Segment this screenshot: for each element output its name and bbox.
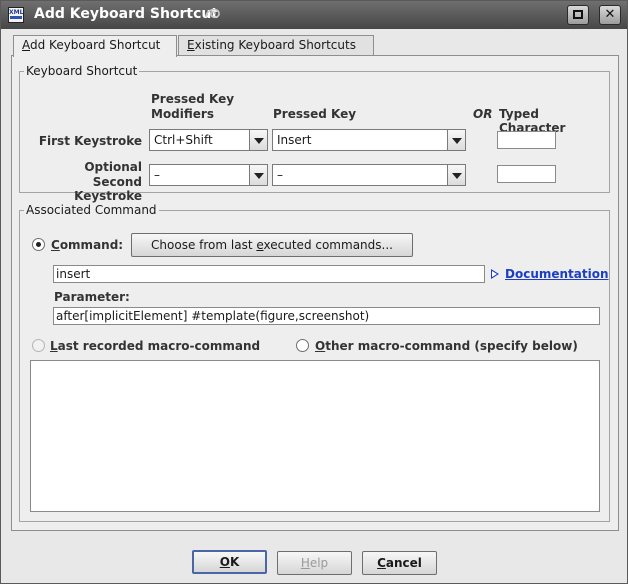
window-title: Add Keyboard Shortcut xyxy=(34,6,219,22)
app-icon-label: XML xyxy=(9,9,24,16)
macro-command-textarea[interactable] xyxy=(30,360,600,512)
dialog-window: XML Add Keyboard Shortcut ✕ Add Keyboard… xyxy=(0,0,628,584)
triangle-right-icon xyxy=(491,269,499,279)
command-radio[interactable] xyxy=(32,238,45,251)
other-macro-label-rest: ther macro-command (specify below) xyxy=(325,339,578,353)
parameter-label: Parameter: xyxy=(54,290,130,304)
choose-last-executed-commands-button[interactable]: Choose from last executed commands... xyxy=(131,233,413,257)
cancel-button[interactable]: Cancel xyxy=(362,551,437,575)
ok-button[interactable]: OK xyxy=(192,550,267,574)
cancel-mnemonic: C xyxy=(377,556,386,570)
command-mnemonic: C xyxy=(51,238,60,252)
tab-add-label: dd Keyboard Shortcut xyxy=(30,38,161,52)
parameter-input[interactable]: after[implicitElement] #template(figure,… xyxy=(53,307,600,325)
last-recorded-macro-label[interactable]: Last recorded macro-command xyxy=(50,339,260,353)
close-button[interactable]: ✕ xyxy=(599,5,621,25)
choose-button-mnemonic: e xyxy=(256,238,264,252)
col-modifiers-header-line1: Pressed Key xyxy=(151,92,235,106)
xml-app-icon: XML xyxy=(8,7,24,23)
second-modifiers-value: – xyxy=(154,168,160,182)
cancel-label-rest: ancel xyxy=(385,556,422,570)
command-radio-label[interactable]: Command: xyxy=(51,238,123,252)
tab-add-mnemonic: A xyxy=(22,38,30,52)
swirl-icon xyxy=(205,8,220,19)
second-typed-character-field[interactable] xyxy=(497,165,556,183)
command-label-rest: ommand: xyxy=(59,238,124,252)
tab-existing-label: xisting Keyboard Shortcuts xyxy=(194,38,356,52)
other-macro-mnemonic: O xyxy=(315,339,326,353)
second-modifiers-combo[interactable]: – xyxy=(149,164,268,186)
first-key-value: Insert xyxy=(277,133,312,147)
first-key-combo[interactable]: Insert xyxy=(272,129,466,151)
other-macro-radio[interactable] xyxy=(296,339,309,352)
chevron-down-icon[interactable] xyxy=(447,165,465,185)
help-label-rest: elp xyxy=(309,556,329,570)
tab-panel: Keyboard Shortcut Pressed Key Modifiers … xyxy=(11,55,619,531)
col-modifiers-header-line2: Modifiers xyxy=(151,107,214,121)
first-modifiers-value: Ctrl+Shift xyxy=(154,133,213,147)
second-key-combo[interactable]: – xyxy=(272,164,466,186)
tab-existing-mnemonic: E xyxy=(187,38,195,52)
second-keystroke-label-line2: Second Keystroke xyxy=(74,175,142,203)
choose-button-post: xecuted commands... xyxy=(263,238,393,252)
help-mnemonic: H xyxy=(300,556,310,570)
last-macro-mnemonic: L xyxy=(50,339,58,353)
first-modifiers-combo[interactable]: Ctrl+Shift xyxy=(149,129,268,151)
col-or-header: OR xyxy=(473,107,493,121)
help-button[interactable]: Help xyxy=(277,551,352,575)
maximize-icon xyxy=(573,10,583,19)
choose-button-pre: Choose from last xyxy=(151,238,257,252)
last-macro-label-rest: ast recorded macro-command xyxy=(57,339,261,353)
chevron-down-icon[interactable] xyxy=(447,130,465,150)
tab-add-keyboard-shortcut[interactable]: Add Keyboard Shortcut xyxy=(13,35,177,57)
ok-label-rest: K xyxy=(229,555,240,569)
keyboard-shortcut-group-title: Keyboard Shortcut xyxy=(24,64,140,78)
title-bar[interactable]: XML Add Keyboard Shortcut ✕ xyxy=(1,1,627,29)
last-recorded-macro-radio[interactable] xyxy=(32,339,45,352)
first-keystroke-label: First Keystroke xyxy=(38,134,142,148)
maximize-button[interactable] xyxy=(567,5,589,25)
second-keystroke-label-line1: Optional xyxy=(84,160,142,174)
other-macro-label[interactable]: Other macro-command (specify below) xyxy=(315,339,578,353)
first-typed-character-field[interactable] xyxy=(497,131,556,149)
documentation-link[interactable]: Documentation xyxy=(505,267,609,281)
second-key-value: – xyxy=(277,168,283,182)
tab-existing-keyboard-shortcuts[interactable]: Existing Keyboard Shortcuts xyxy=(178,35,374,56)
command-input[interactable]: insert xyxy=(53,265,485,283)
chevron-down-icon[interactable] xyxy=(249,165,267,185)
keyboard-shortcut-group: Keyboard Shortcut Pressed Key Modifiers … xyxy=(19,64,610,203)
close-icon: ✕ xyxy=(604,7,616,22)
chevron-down-icon[interactable] xyxy=(249,130,267,150)
associated-command-group-title: Associated Command xyxy=(24,203,159,217)
associated-command-group: Associated Command Command: Choose from … xyxy=(19,203,610,522)
ok-mnemonic: O xyxy=(219,555,230,569)
col-key-header: Pressed Key xyxy=(273,107,357,121)
